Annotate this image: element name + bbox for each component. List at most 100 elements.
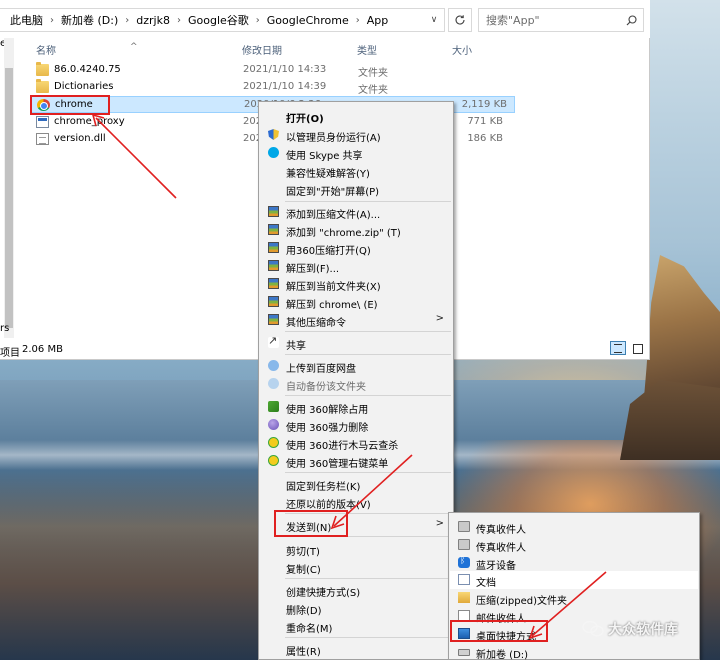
fax-icon (458, 539, 470, 550)
menu-item-extract-here[interactable]: 解压到当前文件夹(X) (260, 275, 452, 293)
menu-item-label: 其他压缩命令 (286, 318, 346, 329)
column-headers: 名称 ^ 修改日期 类型 大小 (22, 38, 622, 58)
menu-item-open[interactable]: 打开(O) (260, 107, 452, 125)
details-view-button[interactable] (610, 341, 626, 355)
menu-item-label: 复制(C) (286, 565, 321, 576)
breadcrumb-chevron-icon: › (355, 14, 360, 26)
360-unlock-icon (268, 401, 279, 412)
scrollbar-thumb[interactable] (5, 68, 13, 328)
menu-item-properties[interactable]: 属性(R) (260, 640, 452, 658)
breadcrumb-item[interactable]: dzrjk8 (136, 14, 170, 27)
menu-item-pin-start[interactable]: 固定到"开始"屏幕(P) (260, 180, 452, 198)
menu-item-baidu-upload[interactable]: 上传到百度网盘 (260, 357, 452, 375)
file-type: 文件夹 (358, 68, 388, 79)
menu-item-compat-troubleshoot[interactable]: 兼容性疑难解答(Y) (260, 162, 452, 180)
menu-item-add-archive[interactable]: 添加到压缩文件(A)... (260, 203, 452, 221)
menu-item-cut[interactable]: 剪切(T) (260, 540, 452, 558)
sendto-item-fax[interactable]: 传真收件人 (450, 536, 698, 554)
menu-item-360-unlock[interactable]: 使用 360解除占用 (260, 398, 452, 416)
breadcrumb-item[interactable]: 新加卷 (D:) (61, 12, 118, 28)
submenu-chevron-right-icon: > (435, 518, 444, 529)
file-date: 2021/1/10 14:33 (243, 64, 327, 75)
breadcrumb-item[interactable]: Google谷歌 (188, 12, 249, 28)
menu-item-360-manage-menu[interactable]: 使用 360管理右键菜单 (260, 452, 452, 470)
sendto-item-label: 蓝牙设备 (476, 561, 516, 572)
menu-item-run-as-admin[interactable]: 以管理员身份运行(A) (260, 126, 452, 144)
submenu-chevron-right-icon: > (435, 313, 444, 324)
sendto-item-drive-d[interactable]: 新加卷 (D:) (450, 643, 698, 660)
menu-item-add-chrome-zip[interactable]: 添加到 "chrome.zip" (T) (260, 221, 452, 239)
menu-item-restore-versions[interactable]: 还原以前的版本(V) (260, 493, 452, 511)
folder-icon (36, 79, 49, 93)
menu-item-copy[interactable]: 复制(C) (260, 558, 452, 576)
sendto-item-label: 传真收件人 (476, 525, 526, 536)
breadcrumb-chevron-icon: › (255, 14, 260, 26)
menu-item-360-trojan-scan[interactable]: 使用 360进行木马云查杀 (260, 434, 452, 452)
menu-item-open-360zip[interactable]: 用360压缩打开(Q) (260, 239, 452, 257)
menu-item-label: 删除(D) (286, 606, 322, 617)
file-size: 771 KB (467, 116, 503, 127)
column-header-name[interactable]: 名称 (36, 42, 56, 57)
menu-separator (285, 578, 451, 579)
menu-item-pin-taskbar[interactable]: 固定到任务栏(K) (260, 475, 452, 493)
menu-item-label: 解压到 chrome\ (E) (286, 300, 378, 311)
nav-pane-scrollbar[interactable] (4, 38, 14, 338)
sendto-item-zip-folder[interactable]: 压缩(zipped)文件夹 (450, 589, 698, 607)
menu-separator (285, 354, 451, 355)
breadcrumb: 此电脑 › 新加卷 (D:) › dzrjk8 › Google谷歌 › GoogleC… (10, 12, 388, 28)
menu-item-label: 用360压缩打开(Q) (286, 246, 371, 257)
column-header-date[interactable]: 修改日期 (242, 42, 282, 57)
menu-item-rename[interactable]: 重命名(M) (260, 617, 452, 635)
zip-folder-icon (458, 592, 470, 603)
menu-item-label: 剪切(T) (286, 547, 320, 558)
breadcrumb-item[interactable]: 此电脑 (10, 12, 43, 28)
annotation-box-send-to (274, 510, 348, 537)
breadcrumb-item[interactable]: GoogleChrome (267, 14, 349, 27)
sendto-item-fax[interactable]: 传真收件人 (450, 518, 698, 536)
menu-item-label: 属性(R) (286, 647, 321, 658)
sendto-item-documents[interactable]: 文档 (450, 571, 698, 589)
annotation-box-chrome (30, 95, 110, 115)
menu-item-create-shortcut[interactable]: 创建快捷方式(S) (260, 581, 452, 599)
menu-item-label: 固定到任务栏(K) (286, 482, 361, 493)
menu-item-skype-share[interactable]: 使用 Skype 共享 (260, 144, 452, 162)
file-date: 2021/1/10 14:39 (243, 81, 327, 92)
exe-icon (36, 116, 49, 128)
address-toolbar: 此电脑 › 新加卷 (D:) › dzrjk8 › Google谷歌 › GoogleC… (0, 0, 650, 38)
sendto-item-bluetooth[interactable]: 蓝牙设备 (450, 554, 698, 572)
menu-item-other-compress[interactable]: 其他压缩命令 > (260, 311, 452, 329)
menu-item-extract-to[interactable]: 解压到(F)... (260, 257, 452, 275)
menu-item-extract-to-chrome[interactable]: 解压到 chrome\ (E) (260, 293, 452, 311)
menu-item-delete[interactable]: 删除(D) (260, 599, 452, 617)
refresh-button[interactable] (448, 8, 472, 32)
menu-item-label: 重命名(M) (286, 624, 333, 635)
sendto-item-label: 文档 (476, 578, 496, 589)
menu-item-label: 添加到 "chrome.zip" (T) (286, 228, 401, 239)
breadcrumb-chevron-icon: › (176, 14, 181, 26)
dll-icon (36, 133, 49, 145)
bluetooth-icon (458, 556, 470, 568)
nav-pane-edge-text: rs (0, 323, 10, 334)
search-box[interactable] (478, 8, 644, 32)
menu-item-360-force-delete[interactable]: 使用 360强力删除 (260, 416, 452, 434)
column-header-size[interactable]: 大小 (452, 42, 472, 57)
address-bar[interactable]: 此电脑 › 新加卷 (D:) › dzrjk8 › Google谷歌 › GoogleC… (0, 8, 445, 32)
menu-item-label: 使用 360解除占用 (286, 405, 369, 416)
menu-item-auto-backup[interactable]: 自动备份该文件夹 (260, 375, 452, 393)
search-input[interactable] (486, 13, 616, 27)
file-name: 86.0.4240.75 (54, 64, 121, 75)
breadcrumb-chevron-icon: › (50, 14, 54, 26)
file-size: 186 KB (467, 133, 503, 144)
menu-item-share[interactable]: 共享 (260, 334, 452, 352)
menu-item-label: 还原以前的版本(V) (286, 500, 371, 511)
winrar-icon (268, 206, 279, 217)
large-icons-view-button[interactable] (629, 341, 645, 355)
menu-item-label: 打开(O) (286, 114, 324, 125)
file-row[interactable]: 86.0.4240.75 2021/1/10 14:33 文件夹 (30, 62, 510, 79)
file-name: version.dll (54, 133, 106, 144)
column-header-type[interactable]: 类型 (357, 42, 377, 57)
address-history-chevron-down-icon[interactable]: ∨ (424, 9, 444, 31)
file-row[interactable]: Dictionaries 2021/1/10 14:39 文件夹 (30, 79, 510, 96)
breadcrumb-item[interactable]: App (367, 14, 389, 27)
file-type: 文件夹 (358, 85, 388, 96)
